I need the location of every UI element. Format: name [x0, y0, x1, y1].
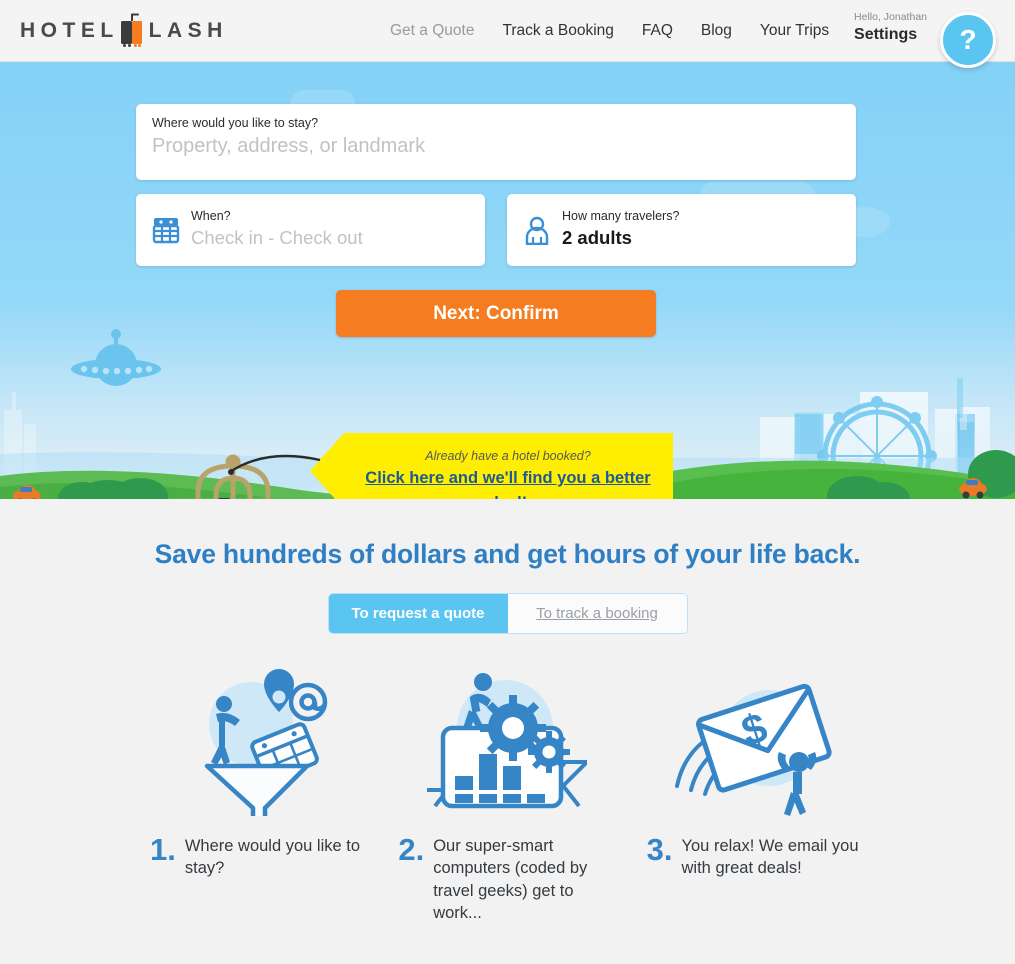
search-form: Where would you like to stay? Property, … — [136, 104, 856, 337]
tab-track-booking[interactable]: To track a booking — [507, 594, 687, 633]
site-header: HOTEL LASH Get a Quote Track a Booking F… — [0, 0, 1015, 68]
step-body: 2. Our super-smart computers (coded by t… — [398, 832, 616, 924]
travelers-value[interactable]: 2 adults — [562, 224, 679, 252]
step-number: 1. — [150, 832, 176, 867]
page-headline: Save hundreds of dollars and get hours o… — [154, 539, 861, 569]
dates-input[interactable]: Check in - Check out — [191, 224, 363, 252]
account-area: Hello, Jonathan Settings — [854, 11, 927, 45]
person-icon — [523, 215, 551, 246]
account-greeting: Hello, Jonathan — [854, 11, 927, 23]
step-text: Our super-smart computers (coded by trav… — [433, 837, 588, 922]
destination-input[interactable]: Property, address, or landmark — [152, 131, 840, 161]
nav-item-your-trips[interactable]: Your Trips — [760, 22, 829, 40]
question-mark-icon: ? — [959, 24, 977, 55]
suitcase-icon — [120, 13, 146, 49]
lower-section: Save hundreds of dollars and get hours o… — [0, 499, 1015, 964]
banner-link[interactable]: Click here and we'll find you a better d… — [348, 466, 668, 499]
dates-field[interactable]: When? Check in - Check out — [136, 194, 485, 266]
search-secondary-row: When? Check in - Check out How many trav… — [136, 194, 856, 266]
funnel-search-icon — [150, 666, 368, 816]
travelers-texts: How many travelers? 2 adults — [562, 208, 679, 252]
dates-texts: When? Check in - Check out — [191, 208, 363, 252]
calendar-icon — [152, 215, 180, 245]
banner-content: Already have a hotel booked? Click here … — [348, 447, 668, 499]
nav-item-track-a-booking[interactable]: Track a Booking — [502, 22, 613, 40]
tab-request-quote[interactable]: To request a quote — [328, 594, 508, 633]
step-item: $ 3. You relax! We email you with great — [647, 666, 865, 924]
next-confirm-button[interactable]: Next: Confirm — [336, 290, 656, 337]
banner-subtitle: Already have a hotel booked? — [425, 449, 591, 463]
better-deal-banner[interactable]: Already have a hotel booked? Click here … — [310, 433, 673, 499]
step-body: 3. You relax! We email you with great de… — [646, 832, 865, 880]
travelers-label: How many travelers? — [562, 209, 680, 223]
mode-toggle: To request a quote To track a booking — [327, 593, 688, 634]
step-number: 2. — [398, 832, 425, 867]
steps-list: 1. Where would you like to stay? 2. Our … — [0, 666, 1015, 924]
step-item: 1. Where would you like to stay? — [150, 666, 368, 924]
help-button[interactable]: ? — [940, 12, 996, 68]
logo[interactable]: HOTEL LASH — [20, 11, 228, 51]
gears-chart-icon — [398, 666, 616, 816]
logo-text-right: LASH — [148, 19, 228, 42]
nav-item-faq[interactable]: FAQ — [642, 22, 673, 40]
step-body: 1. Where would you like to stay? — [150, 832, 368, 880]
settings-link[interactable]: Settings — [854, 25, 927, 46]
destination-label: Where would you like to stay? — [152, 116, 319, 130]
step-item: 2. Our super-smart computers (coded by t… — [398, 666, 616, 924]
nav-item-blog[interactable]: Blog — [701, 22, 732, 40]
nav-item-get-a-quote[interactable]: Get a Quote — [390, 22, 474, 40]
step-text: You relax! We email you with great deals… — [681, 837, 859, 878]
destination-field[interactable]: Where would you like to stay? Property, … — [136, 104, 856, 180]
dates-label: When? — [191, 209, 231, 223]
main-nav: Get a Quote Track a Booking FAQ Blog You… — [390, 0, 829, 62]
travelers-field[interactable]: How many travelers? 2 adults — [507, 194, 856, 266]
banner-string — [228, 454, 321, 475]
envelope-dollar-icon: $ — [647, 666, 865, 816]
step-text: Where would you like to stay? — [184, 837, 361, 878]
hero-section: Where would you like to stay? Property, … — [0, 62, 1015, 499]
logo-text-left: HOTEL — [20, 19, 119, 42]
step-number: 3. — [646, 832, 673, 867]
